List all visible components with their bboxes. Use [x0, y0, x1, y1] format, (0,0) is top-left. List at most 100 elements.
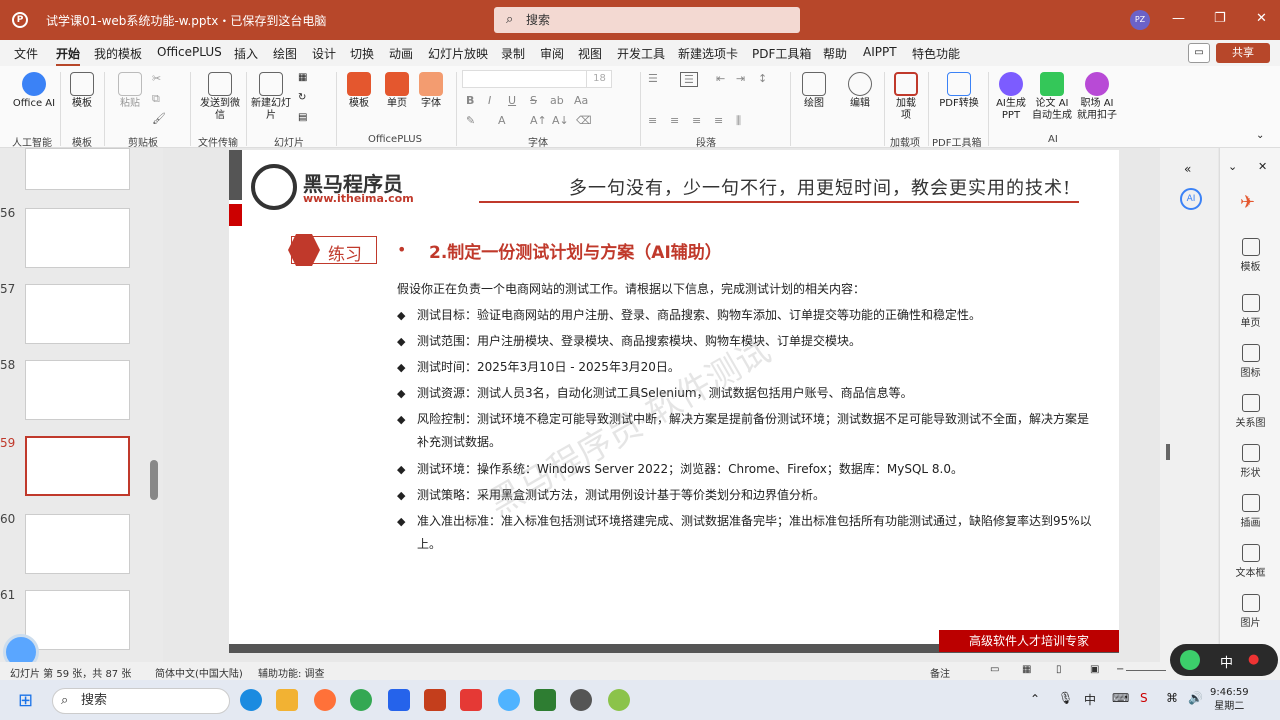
- menu-pdf-tools[interactable]: PDF工具箱: [752, 45, 811, 62]
- columns-icon[interactable]: ⫼: [736, 114, 741, 128]
- app-icon[interactable]: [534, 689, 556, 711]
- chevron-down-icon[interactable]: ⌄: [1228, 160, 1237, 173]
- thesis-ai-button[interactable]: 论文 AI自动生成: [1032, 72, 1072, 122]
- slide-thumbnail[interactable]: [25, 360, 130, 420]
- slide-thumbnail[interactable]: [25, 284, 130, 344]
- section-icon[interactable]: ▤: [298, 112, 307, 123]
- restore-icon[interactable]: ❐: [1214, 11, 1226, 26]
- pane-textbox[interactable]: 文本框: [1220, 544, 1280, 579]
- accessibility-status[interactable]: 辅助功能: 调查: [258, 665, 325, 680]
- grow-font-icon[interactable]: A↑: [530, 114, 547, 127]
- clock-app-icon[interactable]: [570, 689, 592, 711]
- pdf-convert-button[interactable]: PDF转换: [936, 72, 982, 110]
- numbering-icon[interactable]: ☰: [680, 72, 698, 87]
- highlight-icon[interactable]: ✎: [466, 114, 475, 127]
- office-ai-button[interactable]: Office AI: [12, 72, 56, 110]
- align-left-icon[interactable]: ≡: [648, 114, 657, 127]
- menu-design[interactable]: 设计: [312, 45, 336, 62]
- menu-review[interactable]: 审阅: [540, 45, 564, 62]
- input-icon[interactable]: ⌨: [1112, 691, 1129, 705]
- vertical-scrollbar[interactable]: [1166, 444, 1170, 460]
- layout-icon[interactable]: ▦: [298, 72, 307, 83]
- pane-image[interactable]: 图片: [1220, 594, 1280, 629]
- sorter-view-icon[interactable]: ▦: [1022, 664, 1031, 675]
- font-size-select[interactable]: 18: [586, 70, 612, 88]
- tray-chevron-icon[interactable]: ⌃: [1030, 692, 1040, 706]
- expand-pane-icon[interactable]: «: [1184, 162, 1191, 176]
- app-icon[interactable]: [608, 689, 630, 711]
- single-page-button[interactable]: 单页: [382, 72, 412, 110]
- paste-button[interactable]: 粘贴: [114, 72, 146, 110]
- taskbar-search[interactable]: ⌕ 搜索: [52, 688, 230, 714]
- pane-diagram[interactable]: 关系图: [1220, 394, 1280, 429]
- justify-icon[interactable]: ≡: [714, 114, 723, 127]
- pane-icons[interactable]: 图标: [1220, 344, 1280, 379]
- menu-view[interactable]: 视图: [578, 45, 602, 62]
- underline-icon[interactable]: U: [508, 94, 516, 107]
- zoom-out-icon[interactable]: −: [1116, 664, 1124, 675]
- language[interactable]: 简体中文(中国大陆): [155, 665, 243, 680]
- align-center-icon[interactable]: ≡: [670, 114, 679, 127]
- close-icon[interactable]: ✕: [1256, 11, 1267, 26]
- slide-thumbnail[interactable]: [25, 208, 130, 268]
- new-slide-button[interactable]: 新建幻灯片: [250, 72, 292, 122]
- comment-icon[interactable]: ▭: [1188, 43, 1210, 63]
- pane-shapes[interactable]: 形状: [1220, 444, 1280, 479]
- job-ai-button[interactable]: 职场 AI就用扣子: [1076, 72, 1118, 122]
- clear-format-icon[interactable]: ⌫: [576, 114, 592, 127]
- volume-icon[interactable]: 🔊: [1188, 691, 1203, 705]
- share-button[interactable]: 共享: [1216, 43, 1270, 63]
- strike-icon[interactable]: S: [530, 94, 537, 107]
- slide-thumbnail[interactable]: [25, 514, 130, 574]
- collapse-ribbon-icon[interactable]: ⌄: [1256, 130, 1264, 141]
- menu-help[interactable]: 帮助: [823, 45, 847, 62]
- menu-my-templates[interactable]: 我的模板: [94, 45, 142, 62]
- indent-icon[interactable]: ⇤: [716, 72, 725, 85]
- system-clock[interactable]: 9:46:59 星期二: [1210, 686, 1249, 714]
- italic-icon[interactable]: I: [488, 94, 491, 107]
- thumbnail-scrollbar[interactable]: [150, 460, 158, 500]
- notes-button[interactable]: 备注: [930, 665, 950, 680]
- bold-icon[interactable]: B: [466, 94, 474, 107]
- menu-developer[interactable]: 开发工具: [617, 45, 665, 62]
- app-icon[interactable]: [460, 689, 482, 711]
- template-button[interactable]: 模板: [66, 72, 98, 110]
- zoom-slider[interactable]: [1126, 670, 1166, 671]
- draw-button[interactable]: 绘图: [800, 72, 828, 110]
- powerpoint-icon[interactable]: [424, 689, 446, 711]
- windows-start-icon[interactable]: ⊞: [18, 690, 33, 711]
- case-icon[interactable]: Aa: [574, 94, 588, 107]
- firefox-icon[interactable]: [314, 689, 336, 711]
- minimize-icon[interactable]: —: [1172, 11, 1185, 26]
- reading-view-icon[interactable]: ▯: [1056, 664, 1062, 675]
- menu-officeplus[interactable]: OfficePLUS: [157, 45, 222, 59]
- menu-slideshow[interactable]: 幻灯片放映: [428, 45, 488, 62]
- spacing-icon[interactable]: ab: [550, 94, 564, 107]
- officeplus-template-button[interactable]: 模板: [344, 72, 374, 110]
- app-icon[interactable]: [388, 689, 410, 711]
- slide-thumbnail[interactable]: [25, 148, 130, 190]
- menu-aippt[interactable]: AIPPT: [863, 45, 897, 59]
- menu-insert[interactable]: 插入: [234, 45, 258, 62]
- slide-thumbnail[interactable]: [25, 590, 130, 650]
- tray-app-icon[interactable]: S: [1140, 691, 1148, 705]
- font-button[interactable]: 字体: [418, 72, 444, 110]
- slide-thumbnail-selected[interactable]: [25, 436, 130, 496]
- line-spacing-icon[interactable]: ↕: [758, 72, 767, 85]
- bullets-icon[interactable]: ☰: [648, 72, 658, 85]
- mic-icon[interactable]: 🎙: [1058, 691, 1073, 705]
- copy-icon[interactable]: ⧉: [152, 92, 160, 106]
- ime-toolbar[interactable]: 中 ●: [1170, 644, 1278, 676]
- pane-template[interactable]: 模板: [1220, 238, 1280, 273]
- chrome-icon[interactable]: [350, 689, 372, 711]
- pane-illustration[interactable]: 插画: [1220, 494, 1280, 529]
- folder-icon[interactable]: [276, 689, 298, 711]
- search-box[interactable]: ⌕ 搜索: [494, 7, 800, 33]
- network-icon[interactable]: ⌘: [1166, 691, 1178, 705]
- ime-icon[interactable]: 中: [1084, 691, 1096, 708]
- edit-button[interactable]: 编辑: [846, 72, 874, 110]
- format-painter-icon[interactable]: 🖌: [152, 112, 166, 125]
- close-pane-icon[interactable]: ✕: [1258, 160, 1267, 173]
- normal-view-icon[interactable]: ▭: [990, 664, 999, 675]
- outdent-icon[interactable]: ⇥: [736, 72, 745, 85]
